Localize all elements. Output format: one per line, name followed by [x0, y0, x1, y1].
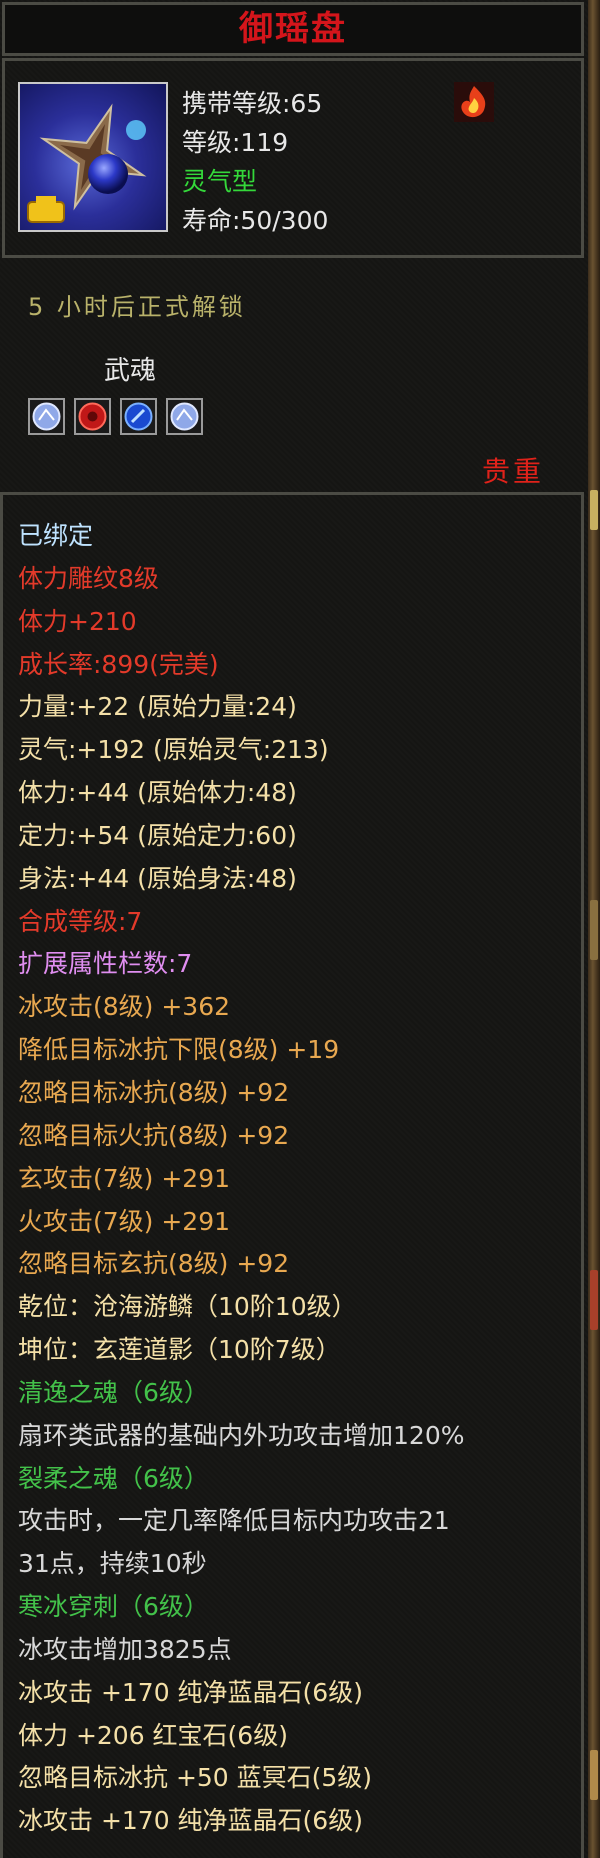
soul-skill-name: 清逸之魂（6级） — [18, 1377, 209, 1407]
engraving-bonus: 体力+210 — [18, 606, 137, 636]
attribute-spirit: 灵气:+192 (原始灵气:213) — [18, 735, 329, 765]
attribute-list: 已绑定 体力雕纹8级 体力+210 成长率:899(完美) 力量:+22 (原始… — [18, 515, 464, 1843]
item-name: 御瑶盘 — [239, 9, 347, 49]
white-blue-orb-icon — [32, 402, 61, 431]
edge-ornament — [590, 900, 598, 960]
item-type: 灵气型 — [182, 167, 258, 196]
kun-position: 坤位：玄莲道影（10阶7级） — [18, 1335, 341, 1365]
synthesis-level: 合成等级:7 — [18, 906, 143, 936]
item-icon — [18, 82, 168, 232]
lifespan: 寿命:50/300 — [182, 206, 329, 235]
soul-slot[interactable] — [120, 398, 157, 435]
extended-slots: 扩展属性栏数:7 — [18, 949, 193, 979]
edge-ornament — [590, 490, 598, 530]
extended-attribute: 火攻击(7级) +291 — [18, 1206, 231, 1236]
red-orb-icon — [78, 402, 107, 431]
edge-ornament — [590, 1750, 598, 1800]
attribute-strength: 力量:+22 (原始力量:24) — [18, 692, 297, 722]
extended-attribute: 玄攻击(7级) +291 — [18, 1163, 231, 1193]
edge-ornament — [590, 1270, 598, 1330]
attribute-agility: 身法:+44 (原始身法:48) — [18, 863, 297, 893]
white-blue-orb-icon — [170, 402, 199, 431]
soul-slot[interactable] — [74, 398, 111, 435]
shuriken-disc-icon — [27, 103, 147, 223]
soul-skill-desc: 31点，持续10秒 — [18, 1549, 207, 1579]
blue-orb-icon — [124, 402, 153, 431]
engraving-line: 体力雕纹8级 — [18, 563, 159, 593]
soul-skill-name: 寒冰穿刺（6级） — [18, 1592, 209, 1622]
background-window-edge — [588, 0, 600, 1858]
attribute-focus: 定力:+54 (原始定力:60) — [18, 820, 297, 850]
soul-skill-desc: 扇环类武器的基础内外功攻击增加120% — [18, 1420, 465, 1450]
flame-badge-icon — [454, 82, 494, 122]
soul-label: 武魂 — [104, 356, 157, 386]
item-level: 等级:119 — [182, 128, 289, 157]
gem-line: 冰攻击 +170 纯净蓝晶石(6级) — [18, 1677, 363, 1707]
extended-attribute: 降低目标冰抗下限(8级) +19 — [18, 1035, 340, 1065]
extended-attribute: 冰攻击(8级) +362 — [18, 992, 231, 1022]
gem-line: 冰攻击 +170 纯净蓝晶石(6级) — [18, 1806, 363, 1836]
carry-level: 携带等级:65 — [182, 89, 323, 118]
bound-status: 已绑定 — [18, 521, 94, 550]
growth-rate: 成长率:899(完美) — [18, 649, 219, 679]
qian-position: 乾位：沧海游鳞（10阶10级） — [18, 1292, 357, 1322]
unlock-timer: 5 小时后正式解锁 — [28, 293, 246, 321]
attribute-stamina: 体力:+44 (原始体力:48) — [18, 778, 297, 808]
extended-attribute: 忽略目标玄抗(8级) +92 — [18, 1249, 290, 1279]
rarity-label: 贵重 — [482, 455, 545, 488]
soul-skill-name: 裂柔之魂（6级） — [18, 1463, 209, 1493]
item-title-bar: 御瑶盘 — [2, 2, 584, 56]
extended-attribute: 忽略目标冰抗(8级) +92 — [18, 1077, 290, 1107]
soul-skill-desc: 冰攻击增加3825点 — [18, 1634, 232, 1664]
gem-line: 体力 +206 红宝石(6级) — [18, 1720, 288, 1750]
soul-slot[interactable] — [28, 398, 65, 435]
soul-slot-row — [28, 398, 203, 435]
item-basic-stats: 携带等级:65 等级:119 灵气型 寿命:50/300 — [182, 84, 328, 240]
soul-slot[interactable] — [166, 398, 203, 435]
gem-line: 忽略目标冰抗 +50 蓝冥石(5级) — [18, 1763, 373, 1793]
extended-attribute: 忽略目标火抗(8级) +92 — [18, 1120, 290, 1150]
soul-skill-desc: 攻击时，一定几率降低目标内功攻击21 — [18, 1506, 450, 1536]
